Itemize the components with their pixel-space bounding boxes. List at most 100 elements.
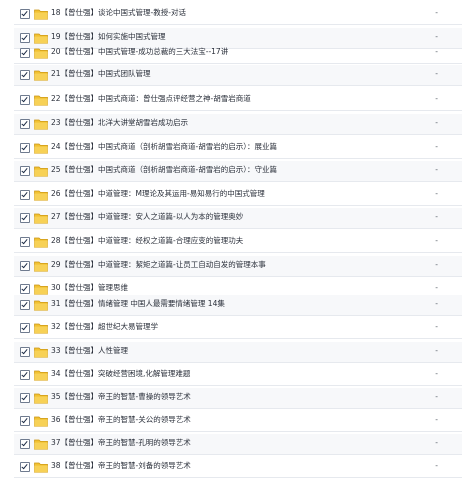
- list-item[interactable]: 20【曾仕强】中国式管理-成功总裁的三大法宝--17讲 -: [14, 43, 462, 64]
- file-name[interactable]: 36【曾仕强】帝王的智慧-关公的领导艺术: [51, 414, 431, 426]
- folder-icon: [34, 283, 48, 295]
- folder-icon: [34, 369, 48, 381]
- checkbox[interactable]: [20, 95, 30, 105]
- list-item[interactable]: 24【曾仕强】中国式商道（剖析胡雪岩商道-胡雪岩的启示）：展业篇 -: [14, 138, 462, 159]
- file-size: -: [435, 189, 438, 198]
- folder-icon: [34, 260, 48, 272]
- folder-icon: [34, 392, 48, 404]
- checkbox[interactable]: [20, 70, 30, 80]
- folder-icon: [34, 299, 48, 311]
- file-size: -: [435, 212, 438, 221]
- list-item[interactable]: 33【曾仕强】人性管理 -: [14, 342, 462, 363]
- file-size: -: [435, 369, 438, 378]
- checkbox[interactable]: [20, 393, 30, 403]
- file-name[interactable]: 27【曾仕强】中道管理：安人之道篇-以人为本的管理奥妙: [51, 211, 431, 223]
- file-name[interactable]: 31【曾仕强】情绪管理 中国人最需要情绪管理 14集: [51, 298, 431, 310]
- list-item[interactable]: 29【曾仕强】中道管理：絜矩之道篇-让员工自动自发的管理本事 -: [14, 256, 462, 277]
- list-item[interactable]: 18【曾仕强】谈论中国式管理-教授-对话 -: [14, 4, 462, 25]
- list-item[interactable]: 27【曾仕强】中道管理：安人之道篇-以人为本的管理奥妙 -: [14, 208, 462, 229]
- checkbox[interactable]: [20, 416, 30, 426]
- list-item[interactable]: 38【曾仕强】帝王的智慧-刘备的领导艺术 -: [14, 457, 462, 478]
- file-name[interactable]: 22【曾仕强】中国式商道：曾仕强点评经营之神-胡雪岩商道: [51, 93, 431, 105]
- file-name[interactable]: 24【曾仕强】中国式商道（剖析胡雪岩商道-胡雪岩的启示）：展业篇: [51, 141, 431, 153]
- file-name[interactable]: 28【曾仕强】中道管理：经权之道篇-合理应变的管理功夫: [51, 235, 431, 247]
- file-size: -: [435, 299, 438, 308]
- checkbox[interactable]: [20, 9, 30, 19]
- folder-icon: [34, 322, 48, 334]
- checkbox[interactable]: [20, 323, 30, 333]
- file-size: -: [435, 32, 438, 41]
- folder-icon: [34, 165, 48, 177]
- file-size: -: [435, 322, 438, 331]
- folder-icon: [34, 47, 48, 59]
- checkbox[interactable]: [20, 462, 30, 472]
- file-name[interactable]: 30【曾仕强】管理思维: [51, 282, 431, 294]
- file-name[interactable]: 23【曾仕强】北洋大讲堂胡雪岩成功启示: [51, 117, 431, 129]
- folder-icon: [34, 415, 48, 427]
- checkbox[interactable]: [20, 439, 30, 449]
- file-name[interactable]: 34【曾仕强】突破经营困境,化解管理难题: [51, 368, 431, 380]
- list-item[interactable]: 31【曾仕强】情绪管理 中国人最需要情绪管理 14集 -: [14, 295, 462, 316]
- folder-icon: [34, 142, 48, 154]
- list-item[interactable]: 36【曾仕强】帝王的智慧-关公的领导艺术 -: [14, 411, 462, 432]
- file-name[interactable]: 33【曾仕强】人性管理: [51, 345, 431, 357]
- checkbox[interactable]: [20, 48, 30, 58]
- checkbox[interactable]: [20, 166, 30, 176]
- file-name[interactable]: 38【曾仕强】帝王的智慧-刘备的领导艺术: [51, 460, 431, 472]
- list-item[interactable]: 25【曾仕强】中国式商道（剖析胡雪岩商道-胡雪岩的启示）：守业篇 -: [14, 161, 462, 182]
- checkbox[interactable]: [20, 213, 30, 223]
- checkbox[interactable]: [20, 261, 30, 271]
- checkbox[interactable]: [20, 33, 30, 43]
- folder-icon: [34, 69, 48, 81]
- file-name[interactable]: 20【曾仕强】中国式管理-成功总裁的三大法宝--17讲: [51, 46, 431, 58]
- list-item[interactable]: 28【曾仕强】中道管理：经权之道篇-合理应变的管理功夫 -: [14, 232, 462, 253]
- list-item[interactable]: 22【曾仕强】中国式商道：曾仕强点评经营之神-胡雪岩商道 -: [14, 90, 462, 111]
- list-item[interactable]: 23【曾仕强】北洋大讲堂胡雪岩成功启示 -: [14, 114, 462, 135]
- file-size: -: [435, 8, 438, 17]
- file-size: -: [435, 392, 438, 401]
- folder-icon: [34, 236, 48, 248]
- list-item[interactable]: 21【曾仕强】中国式团队管理 -: [14, 65, 462, 86]
- checkbox[interactable]: [20, 300, 30, 310]
- checkbox[interactable]: [20, 237, 30, 247]
- folder-icon: [34, 8, 48, 20]
- file-size: -: [435, 165, 438, 174]
- file-size: -: [435, 69, 438, 78]
- list-item[interactable]: 34【曾仕强】突破经营困境,化解管理难题 -: [14, 365, 462, 386]
- checkbox[interactable]: [20, 190, 30, 200]
- file-name[interactable]: 26【曾仕强】中道管理：M理论及其运用-易知易行的中国式管理: [51, 188, 431, 200]
- checkbox[interactable]: [20, 370, 30, 380]
- file-size: -: [435, 236, 438, 245]
- folder-icon: [34, 118, 48, 130]
- file-size: -: [435, 47, 438, 56]
- file-size: -: [435, 438, 438, 447]
- list-item[interactable]: 35【曾仕强】帝王的智慧-曹操的领导艺术 -: [14, 388, 462, 409]
- file-name[interactable]: 21【曾仕强】中国式团队管理: [51, 68, 431, 80]
- file-name[interactable]: 18【曾仕强】谈论中国式管理-教授-对话: [51, 7, 431, 19]
- checkbox[interactable]: [20, 143, 30, 153]
- folder-icon: [34, 212, 48, 224]
- file-size: -: [435, 415, 438, 424]
- checkbox[interactable]: [20, 284, 30, 294]
- file-list: 18【曾仕强】谈论中国式管理-教授-对话 - 19【曾仕强】如何实施中国式管理 …: [0, 0, 474, 481]
- file-size: -: [435, 260, 438, 269]
- folder-icon: [34, 94, 48, 106]
- file-size: -: [435, 283, 438, 292]
- file-name[interactable]: 29【曾仕强】中道管理：絜矩之道篇-让员工自动自发的管理本事: [51, 259, 431, 271]
- list-item[interactable]: 32【曾仕强】超世纪大易管理学 -: [14, 318, 462, 339]
- file-size: -: [435, 346, 438, 355]
- file-size: -: [435, 118, 438, 127]
- file-name[interactable]: 19【曾仕强】如何实施中国式管理: [51, 31, 431, 43]
- checkbox[interactable]: [20, 347, 30, 357]
- list-item[interactable]: 26【曾仕强】中道管理：M理论及其运用-易知易行的中国式管理 -: [14, 185, 462, 206]
- checkbox[interactable]: [20, 119, 30, 129]
- file-name[interactable]: 32【曾仕强】超世纪大易管理学: [51, 321, 431, 333]
- folder-icon: [34, 346, 48, 358]
- file-name[interactable]: 37【曾仕强】帝王的智慧-孔明的领导艺术: [51, 437, 431, 449]
- file-size: -: [435, 142, 438, 151]
- file-size: -: [435, 461, 438, 470]
- list-item[interactable]: 37【曾仕强】帝王的智慧-孔明的领导艺术 -: [14, 434, 462, 455]
- file-name[interactable]: 35【曾仕强】帝王的智慧-曹操的领导艺术: [51, 391, 431, 403]
- file-size: -: [435, 94, 438, 103]
- file-name[interactable]: 25【曾仕强】中国式商道（剖析胡雪岩商道-胡雪岩的启示）：守业篇: [51, 164, 431, 176]
